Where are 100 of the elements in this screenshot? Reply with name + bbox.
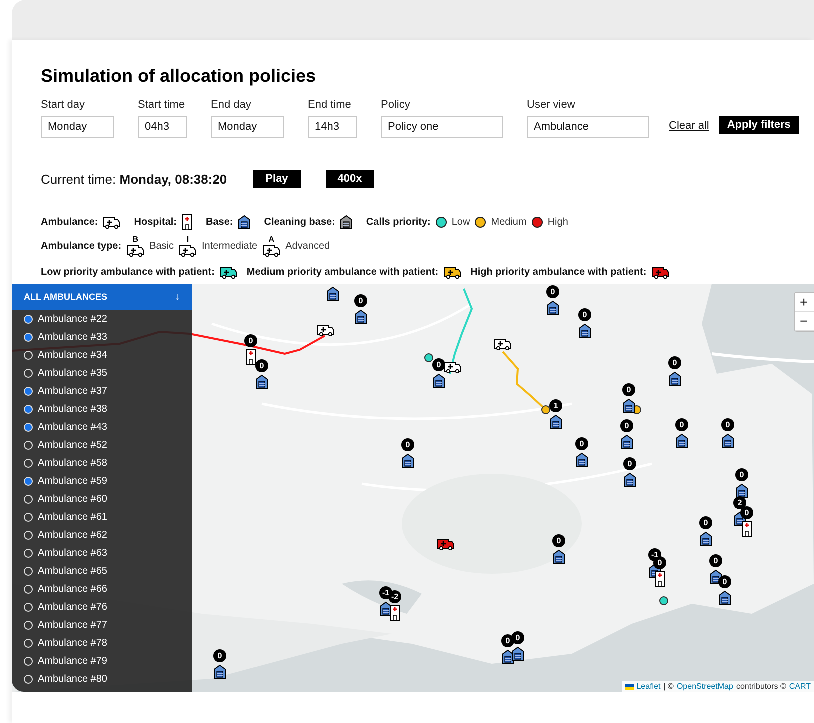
radio-button[interactable] [24,404,33,414]
radio-button[interactable] [24,350,33,360]
radio-button[interactable] [24,638,33,648]
ambulance-item[interactable]: Ambulance #35 [38,368,108,378]
zoom-in-button[interactable]: + [795,293,814,312]
ambulance-item[interactable]: Ambulance #76 [38,602,108,612]
radio-button[interactable] [24,458,33,468]
radio-button[interactable] [24,368,33,378]
radio-button[interactable] [24,512,33,522]
hospital-icon [742,520,752,538]
speed-button[interactable]: 400x [326,170,374,188]
ambulance-item[interactable]: Ambulance #62 [38,530,108,540]
type-letter: B [132,236,138,244]
radio-button[interactable] [24,602,33,612]
carto-link[interactable]: CART [789,682,811,691]
radio-button[interactable] [24,584,33,594]
leaflet-link[interactable]: Leaflet [636,682,661,691]
radio-button[interactable] [24,476,33,486]
ambulance-item[interactable]: Ambulance #63 [38,548,108,558]
legend-label: Ambulance type: [41,241,122,252]
call-dot[interactable] [424,354,434,362]
ambulance-item[interactable]: Ambulance #79 [38,656,108,666]
type-label: Intermediate [202,241,258,252]
call-dot[interactable] [542,406,550,414]
radio-button[interactable] [24,440,33,450]
play-button[interactable]: Play [253,170,301,188]
clear-all-link[interactable]: Clear all [669,120,710,132]
filter-field[interactable]: Monday [41,116,114,138]
ambulance-item[interactable]: Ambulance #60 [38,494,108,504]
ambulance-item[interactable]: Ambulance #77 [38,620,108,630]
ambulance-item[interactable]: Ambulance #38 [38,404,108,414]
legend-label: Ambulance: [41,217,98,228]
radio-button[interactable] [24,386,33,396]
field-label: End time [308,99,352,111]
garage-icon [238,215,252,230]
radio-button[interactable] [24,620,33,630]
legend-label: Base: [206,217,234,228]
field-label: Start time [138,99,186,111]
radio-button[interactable] [24,548,33,558]
priority-label: Low [452,217,470,228]
field-label: End day [211,99,252,111]
ambulance-item[interactable]: Ambulance #66 [38,584,108,594]
legend-label: High priority ambulance with patient: [470,267,647,278]
current-time: Current time: Monday, 08:38:20 [41,172,228,186]
ambulance-item[interactable]: Ambulance #43 [38,422,108,432]
ambulance-item[interactable]: Ambulance #59 [38,476,108,486]
ambulance-item[interactable]: Ambulance #34 [38,350,108,360]
filter-field[interactable]: 14h3 [308,116,357,138]
type-letter: A [268,236,275,244]
apply-filters-button[interactable]: Apply filters [719,116,799,134]
type-label: Advanced [286,241,330,252]
field-label: Start day [41,99,86,111]
ambulance-item[interactable]: Ambulance #52 [38,440,108,450]
legend-label: Medium priority ambulance with patient: [246,267,439,278]
ambulance-item[interactable]: Ambulance #80 [38,674,108,684]
ambulance-icon [103,216,122,229]
legend-label: Low priority ambulance with patient: [41,267,215,278]
ambulance-item[interactable]: Ambulance #65 [38,566,108,576]
field-label: Policy [381,99,412,111]
ambulance-icon [179,244,198,257]
call-dot[interactable] [660,596,668,606]
hospital-icon [390,604,400,622]
radio-button[interactable] [24,674,33,684]
hospital-icon [654,570,666,588]
ambulance-item[interactable]: Ambulance #37 [38,386,108,396]
radio-button[interactable] [24,566,33,576]
filter-field[interactable]: Monday [211,116,284,138]
radio-button[interactable] [24,656,33,666]
priority-label: High [548,217,568,228]
attribution-text: contributors © [736,682,786,691]
ambulance-item[interactable]: Ambulance #58 [38,458,108,468]
hospital-icon [246,348,256,366]
sidebar-title: ALL AMBULANCES [24,292,108,302]
legend-label: Calls priority: [366,217,431,228]
legend-label: Cleaning base: [264,217,336,228]
radio-button[interactable] [24,332,33,342]
toggle-button[interactable]: ↓ [175,292,180,302]
ambulance-item[interactable]: Ambulance #61 [38,512,108,522]
ambulance-item[interactable]: Ambulance #22 [38,314,108,324]
radio-button[interactable] [24,422,33,432]
ambulance-item[interactable]: Ambulance #78 [38,638,108,648]
filter-field[interactable]: 04h3 [138,116,187,138]
radio-button[interactable] [24,494,33,504]
type-letter: I [186,236,190,244]
legend-label: Hospital: [134,217,178,228]
radio-button[interactable] [24,314,33,324]
ambulance-icon [126,244,145,257]
radio-button[interactable] [24,530,33,540]
type-label: Basic [150,241,174,252]
filter-field[interactable]: Ambulance [527,116,649,138]
ambulance-item[interactable]: Ambulance #33 [38,332,108,342]
garage-icon [340,215,354,230]
flag-icon [624,684,634,690]
filter-field[interactable]: Policy one [381,116,503,138]
field-label: User view [527,99,576,111]
page-title: Simulation of allocation policies [41,66,318,87]
ambulance-icon [262,244,281,257]
hospital-icon [182,214,194,231]
attribution-text: | © [664,682,674,691]
openstreetmap-link[interactable]: OpenStreetMap [676,682,734,691]
